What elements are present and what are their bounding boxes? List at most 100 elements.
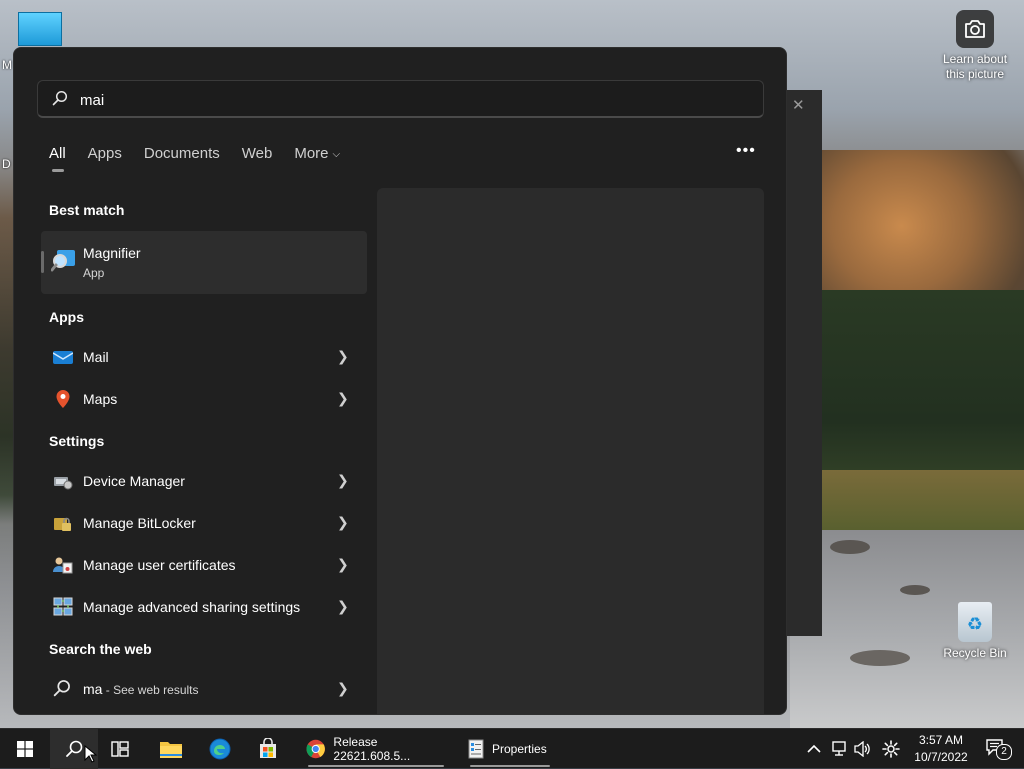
notification-count-badge: 2 (996, 744, 1012, 760)
mail-icon (52, 347, 74, 367)
taskbar: Release 22621.608.5... Properties 3:57 A… (0, 728, 1024, 769)
chevron-right-icon[interactable]: ❯ (337, 598, 349, 615)
background-window-close-button[interactable]: ✕ (792, 96, 805, 114)
more-options-icon[interactable]: ••• (736, 142, 756, 160)
chrome-icon (306, 739, 325, 759)
app-result-maps[interactable]: Maps ❯ (41, 379, 367, 419)
settings-result-label: Manage advanced sharing settings (83, 599, 301, 615)
filter-tab-apps[interactable]: Apps (88, 145, 122, 171)
taskbar-clock[interactable]: 3:57 AM 10/7/2022 (906, 732, 976, 766)
lens-widget-line2: this picture (945, 67, 1005, 81)
maps-icon (53, 389, 73, 409)
app-result-label: Mail (83, 349, 109, 365)
taskbar-edge[interactable] (203, 729, 237, 769)
best-match-type: App (83, 266, 105, 280)
best-match-result[interactable]: Magnifier App (41, 231, 367, 294)
running-indicator (308, 765, 444, 767)
chevron-up-icon (807, 744, 821, 753)
web-search-suffix: - See web results (102, 683, 199, 697)
wallpaper-rock (900, 585, 930, 595)
network-button[interactable] (828, 729, 850, 769)
volume-icon (854, 741, 870, 757)
taskbar-app-label: Release 22621.608.5... (333, 735, 411, 763)
chevron-right-icon[interactable]: ❯ (337, 472, 349, 489)
settings-result-label: Device Manager (83, 473, 185, 489)
running-indicator (470, 765, 550, 767)
search-icon (53, 679, 73, 699)
search-input[interactable] (78, 87, 742, 113)
magnifier-icon (50, 247, 77, 278)
selection-accent (41, 251, 44, 273)
volume-button[interactable] (852, 729, 874, 769)
recycle-bin-label: Recycle Bin (943, 646, 1007, 660)
app-result-mail[interactable]: Mail ❯ (41, 337, 367, 377)
bitlocker-icon (53, 513, 73, 533)
taskbar-app-properties[interactable]: Properties (460, 731, 560, 767)
windows-logo-icon (17, 741, 33, 757)
edge-icon (209, 738, 231, 760)
filter-tab-more[interactable]: More ⌵ (294, 145, 340, 171)
web-search-result[interactable]: ma - See web results ❯ (41, 669, 367, 709)
web-search-term: ma (83, 681, 103, 697)
desktop-shortcut-icon[interactable] (18, 12, 62, 46)
filter-tab-documents[interactable]: Documents (144, 145, 220, 171)
chevron-right-icon[interactable]: ❯ (337, 348, 349, 365)
best-match-name: Magnifier (83, 245, 141, 261)
settings-result-device-manager[interactable]: Device Manager ❯ (41, 461, 367, 501)
certificates-icon (53, 555, 73, 575)
device-manager-icon (53, 471, 73, 491)
background-window: ✕ (786, 90, 822, 636)
web-search-label: ma - See web results (83, 681, 199, 697)
search-filter-tabs: All Apps Documents Web More ⌵ (49, 145, 362, 172)
taskbar-app-label: Properties (492, 742, 547, 756)
settings-result-user-certificates[interactable]: Manage user certificates ❯ (41, 545, 367, 585)
recycle-bin-icon: ♻ (958, 602, 992, 642)
settings-result-label: Manage BitLocker (83, 515, 196, 531)
section-title-search-the-web: Search the web (49, 641, 152, 657)
chevron-down-icon: ⌵ (332, 149, 341, 160)
show-hidden-icons-button[interactable] (804, 729, 824, 769)
taskbar-app-chrome[interactable]: Release 22621.608.5... (298, 731, 454, 767)
section-title-settings: Settings (49, 433, 105, 449)
learn-about-picture-widget[interactable]: Learn about this picture (935, 10, 1015, 82)
recycle-bin[interactable]: ♻ Recycle Bin (936, 602, 1014, 660)
chevron-right-icon[interactable]: ❯ (337, 514, 349, 531)
sharing-settings-icon (53, 597, 73, 617)
section-title-best-match: Best match (49, 202, 125, 218)
mouse-cursor-icon (84, 745, 98, 763)
search-box[interactable] (37, 80, 764, 118)
section-title-apps: Apps (49, 309, 84, 325)
taskbar-file-explorer[interactable] (154, 729, 188, 769)
gear-icon (882, 740, 900, 758)
camera-icon (956, 10, 994, 48)
network-icon (832, 741, 846, 756)
settings-result-bitlocker[interactable]: Manage BitLocker ❯ (41, 503, 367, 543)
desktop-icon-label-partial[interactable]: M (2, 58, 12, 72)
wallpaper-rock (830, 540, 870, 554)
filter-tab-more-label: More (294, 145, 329, 162)
notification-center-button[interactable]: 2 (986, 738, 1012, 763)
chevron-right-icon[interactable]: ❯ (337, 390, 349, 407)
start-button[interactable] (8, 729, 42, 769)
clock-date: 10/7/2022 (914, 750, 968, 764)
filter-tab-all[interactable]: All (49, 145, 66, 172)
desktop-icon-label-partial[interactable]: D (2, 157, 11, 171)
filter-tab-web[interactable]: Web (242, 145, 273, 171)
file-explorer-icon (160, 742, 182, 758)
result-preview-pane (377, 188, 764, 714)
properties-icon (468, 739, 484, 759)
settings-result-sharing-settings[interactable]: Manage advanced sharing settings ❯ (41, 587, 367, 627)
chevron-right-icon[interactable]: ❯ (337, 556, 349, 573)
wallpaper-meadow (820, 470, 1024, 530)
taskbar-store[interactable] (251, 729, 285, 769)
lens-widget-line1: Learn about (942, 52, 1008, 66)
taskbar-search-button[interactable] (50, 729, 98, 769)
chevron-right-icon[interactable]: ❯ (337, 680, 349, 697)
search-icon (52, 90, 68, 111)
task-view-icon (111, 741, 129, 757)
task-view-button[interactable] (104, 729, 136, 769)
store-icon (260, 738, 276, 758)
search-panel: All Apps Documents Web More⌵ ••• Best ma… (13, 47, 787, 715)
app-result-label: Maps (83, 391, 118, 407)
settings-button[interactable] (879, 729, 903, 769)
